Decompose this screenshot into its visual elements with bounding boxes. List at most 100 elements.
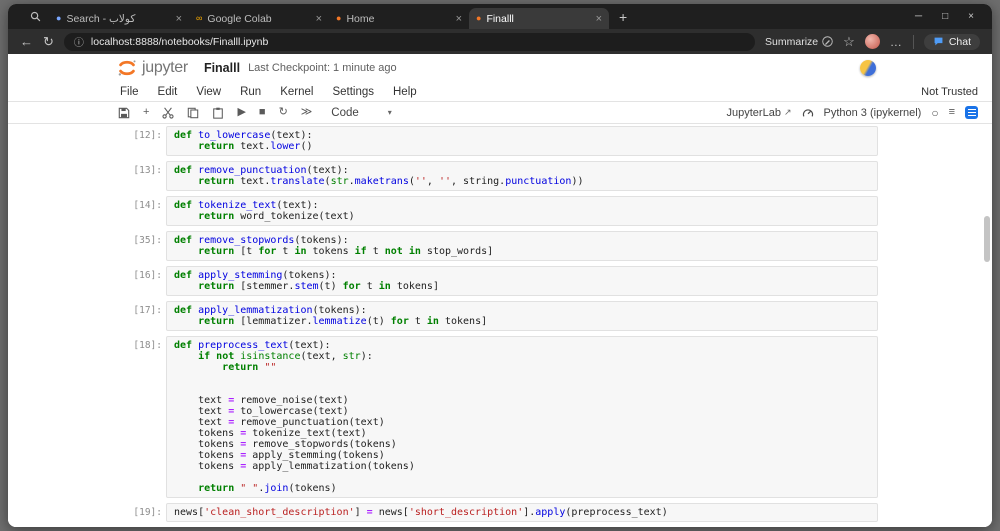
browser-tab[interactable]: ● Search - كولاب ×	[49, 8, 189, 29]
close-tab-icon[interactable]: ×	[456, 13, 462, 25]
browser-tab[interactable]: ● Finalll ×	[469, 8, 609, 29]
notebook-cell[interactable]: [18]: def preprocess_text(text): if not i…	[8, 336, 992, 498]
log-list-icon[interactable]: ≡	[949, 107, 955, 118]
notebook-cell[interactable]: [14]: def tokenize_text(text): return wor…	[8, 196, 992, 226]
not-trusted-badge[interactable]: Not Trusted	[921, 86, 978, 98]
close-tab-icon[interactable]: ×	[316, 13, 322, 25]
summarize-label: Summarize	[765, 35, 819, 48]
code-content: def apply_lemmatization(tokens): return …	[174, 305, 488, 327]
notebook-cell[interactable]: [19]: news['clean_short_description'] = n…	[8, 503, 992, 522]
chat-bubble-icon	[934, 37, 943, 46]
add-cell-button[interactable]: +	[143, 107, 149, 118]
toc-extension-icon[interactable]	[965, 106, 978, 119]
code-editor[interactable]: def remove_punctuation(text): return tex…	[166, 161, 878, 191]
pen-icon	[822, 36, 833, 47]
tab-title: Finalll	[486, 12, 514, 25]
summarize-button[interactable]: Summarize	[765, 36, 833, 48]
notebook-cell[interactable]: [13]: def remove_punctuation(text): retur…	[8, 161, 992, 191]
minimize-button[interactable]: ─	[915, 11, 922, 22]
kernel-name[interactable]: Python 3 (ipykernel)	[824, 107, 922, 119]
menu-settings[interactable]: Settings	[332, 86, 374, 98]
menu-file[interactable]: File	[120, 86, 139, 98]
close-tab-icon[interactable]: ×	[176, 13, 182, 25]
refresh-button[interactable]: ↻	[43, 35, 54, 48]
restart-run-all-button[interactable]: ≫	[301, 107, 313, 118]
desktop-background: ● Search - كولاب × ∞ Google Colab × ● Home × ● Fin…	[0, 0, 1000, 531]
close-tab-icon[interactable]: ×	[596, 13, 602, 25]
notebook-cells: [12]: def to_lowercase(text): return text…	[8, 124, 992, 527]
cell-prompt: [17]:	[133, 305, 162, 316]
more-options-icon[interactable]: …	[890, 36, 903, 48]
resource-gauge-icon[interactable]	[802, 107, 814, 119]
chevron-down-icon[interactable]: ▾	[388, 108, 392, 117]
save-button[interactable]	[118, 107, 130, 119]
jupyter-favicon-icon: ●	[476, 13, 482, 23]
external-link-icon: ↗	[783, 107, 792, 117]
notebook-cell[interactable]: [17]: def apply_lemmatization(tokens): re…	[8, 301, 992, 331]
copy-cell-button[interactable]	[187, 107, 199, 119]
menu-edit[interactable]: Edit	[158, 86, 178, 98]
url-text: localhost:8888/notebooks/Finalll.ipynb	[90, 35, 269, 48]
browser-tab[interactable]: ∞ Google Colab ×	[189, 8, 329, 29]
code-editor[interactable]: def to_lowercase(text): return text.lowe…	[166, 126, 878, 156]
menu-kernel[interactable]: Kernel	[280, 86, 313, 98]
browser-address-bar: ← ↻ ⓘ localhost:8888/notebooks/Finalll.i…	[8, 29, 992, 54]
menu-view[interactable]: View	[196, 86, 221, 98]
notebook-header: jupyter Finalll Last Checkpoint: 1 minut…	[8, 54, 992, 82]
tab-list: ● Search - كولاب × ∞ Google Colab × ● Home × ● Fin…	[49, 4, 609, 29]
tab-title: Google Colab	[207, 12, 272, 25]
code-editor[interactable]: def tokenize_text(text): return word_tok…	[166, 196, 878, 226]
toolbar-right: JupyterLab ↗ Python 3 (ipykernel) ○ ≡	[727, 106, 978, 120]
code-editor[interactable]: def apply_lemmatization(tokens): return …	[166, 301, 878, 331]
cell-prompt: [16]:	[133, 270, 162, 281]
new-tab-button[interactable]: +	[619, 9, 627, 25]
paste-cell-button[interactable]	[212, 107, 224, 119]
restart-kernel-button[interactable]: ↻	[279, 107, 288, 118]
code-content: def remove_stopwords(tokens): return [t …	[174, 235, 494, 257]
menu-run[interactable]: Run	[240, 86, 261, 98]
notebook-cell[interactable]: [12]: def to_lowercase(text): return text…	[8, 126, 992, 156]
code-editor[interactable]: def remove_stopwords(tokens): return [t …	[166, 231, 878, 261]
url-bar[interactable]: ⓘ localhost:8888/notebooks/Finalll.ipynb	[63, 32, 756, 51]
open-jupyterlab-link[interactable]: JupyterLab ↗	[727, 107, 792, 119]
chat-label: Chat	[948, 35, 971, 48]
code-content: def apply_stemming(tokens): return [stem…	[174, 270, 439, 292]
extension-widget-icon[interactable]	[860, 60, 876, 76]
notebook-cell[interactable]: [16]: def apply_stemming(tokens): return …	[8, 266, 992, 296]
code-editor[interactable]: def preprocess_text(text): if not isinst…	[166, 336, 878, 498]
stop-kernel-button[interactable]: ■	[259, 107, 266, 118]
maximize-button[interactable]: □	[942, 11, 948, 22]
browser-tab[interactable]: ● Home ×	[329, 8, 469, 29]
site-info-icon[interactable]: ⓘ	[74, 34, 84, 49]
page-scrollbar[interactable]	[984, 216, 990, 262]
favorites-star-icon[interactable]: ☆	[843, 35, 855, 48]
jupyter-logo[interactable]: jupyter	[116, 57, 188, 79]
window-controls: ─ □ ×	[915, 11, 984, 22]
cell-prompt: [13]:	[133, 165, 162, 176]
code-content: def to_lowercase(text): return text.lowe…	[174, 130, 313, 152]
notebook-title[interactable]: Finalll	[204, 61, 240, 75]
code-editor[interactable]: news['clean_short_description'] = news['…	[166, 503, 878, 522]
back-button[interactable]: ←	[20, 35, 33, 48]
cell-prompt: [19]:	[133, 507, 162, 518]
profile-avatar[interactable]	[864, 34, 880, 49]
browser-tab-bar: ● Search - كولاب × ∞ Google Colab × ● Home × ● Fin…	[8, 4, 992, 29]
menu-bar: File Edit View Run Kernel Settings Help Not Tr…	[8, 82, 992, 102]
code-content: def remove_punctuation(text): return tex…	[174, 165, 584, 187]
menu-help[interactable]: Help	[393, 86, 417, 98]
run-cell-button[interactable]: ▶	[237, 107, 245, 118]
jupyter-planet-icon	[118, 60, 136, 76]
close-window-button[interactable]: ×	[968, 11, 974, 22]
cell-prompt: [12]:	[133, 130, 162, 141]
chat-button[interactable]: Chat	[923, 33, 980, 50]
notebook-cell[interactable]: [35]: def remove_stopwords(tokens): retur…	[8, 231, 992, 261]
cell-prompt: [14]:	[133, 200, 162, 211]
cell-prompt: [18]:	[133, 340, 162, 351]
code-content: def tokenize_text(text): return word_tok…	[174, 200, 355, 222]
tab-search-icon[interactable]	[30, 11, 41, 22]
cut-cell-button[interactable]	[162, 107, 175, 119]
code-editor[interactable]: def apply_stemming(tokens): return [stem…	[166, 266, 878, 296]
code-content: news['clean_short_description'] = news['…	[174, 507, 668, 518]
colab-favicon-icon: ∞	[196, 13, 203, 23]
cell-type-dropdown[interactable]: Code	[331, 107, 359, 119]
